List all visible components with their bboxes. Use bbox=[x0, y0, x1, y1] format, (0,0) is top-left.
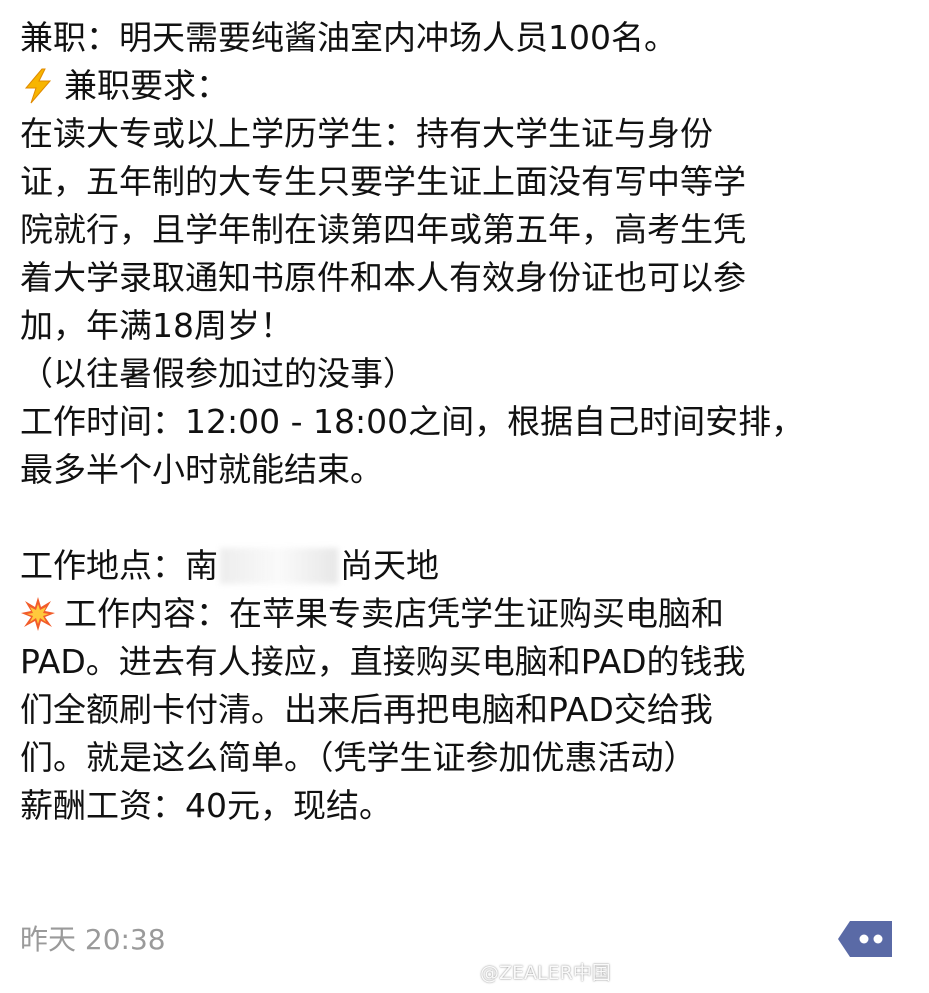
more-options-button[interactable] bbox=[836, 917, 896, 961]
message-line: 证，五年制的大专生只要学生证上面没有写中等学 bbox=[20, 158, 900, 206]
message-line-text: （以往暑假参加过的没事） bbox=[20, 354, 416, 393]
message-line-text: 们全额刷卡付清。出来后再把电脑和PAD交给我 bbox=[20, 690, 713, 729]
location-text-start: 工作地点：南 bbox=[20, 546, 218, 585]
message-line: PAD。进去有人接应，直接购买电脑和PAD的钱我 bbox=[20, 638, 900, 686]
message-line: 们。就是这么简单。（凭学生证参加优惠活动） bbox=[20, 734, 900, 782]
location-text-end: 尚天地 bbox=[340, 546, 439, 585]
lightning-icon bbox=[24, 68, 52, 104]
message-line: 在读大专或以上学历学生：持有大学生证与身份 bbox=[20, 110, 900, 158]
message-line: 工作时间：12:00 - 18:00之间，根据自己时间安排， bbox=[20, 398, 900, 446]
message-line: 们全额刷卡付清。出来后再把电脑和PAD交给我 bbox=[20, 686, 900, 734]
message-line: 工作内容：在苹果专卖店凭学生证购买电脑和 bbox=[20, 590, 900, 638]
message-line: 院就行，且学年制在读第四年或第五年，高考生凭 bbox=[20, 206, 900, 254]
message-line: 薪酬工资：40元，现结。 bbox=[20, 782, 900, 830]
message-line-text: 兼职要求： bbox=[64, 66, 229, 105]
message-line: 加，年满18周岁！ bbox=[20, 302, 900, 350]
watermark-text: @ZEALER中国 bbox=[480, 962, 611, 984]
message-line-location: 工作地点：南 尚天地 bbox=[20, 542, 900, 590]
message-line-text: 工作内容：在苹果专卖店凭学生证购买电脑和 bbox=[64, 594, 724, 633]
message-line: （以往暑假参加过的没事） bbox=[20, 350, 900, 398]
message-line-text: 们。就是这么简单。（凭学生证参加优惠活动） bbox=[20, 738, 697, 777]
message-line-text: 薪酬工资：40元，现结。 bbox=[20, 786, 392, 825]
message-line-text: 在读大专或以上学历学生：持有大学生证与身份 bbox=[20, 114, 713, 153]
message-line-text: 工作时间：12:00 - 18:00之间，根据自己时间安排， bbox=[20, 402, 805, 441]
message-body: 兼职：明天需要纯酱油室内冲场人员100名。 兼职要求： 在读大专或以上学历学生：… bbox=[20, 14, 900, 830]
message-line-text: 兼职：明天需要纯酱油室内冲场人员100名。 bbox=[20, 18, 677, 57]
message-line-text: 证，五年制的大专生只要学生证上面没有写中等学 bbox=[20, 162, 746, 201]
message-line-text: 最多半个小时就能结束。 bbox=[20, 450, 383, 489]
weibo-icon bbox=[450, 962, 475, 982]
message-line-text: 着大学录取通知书原件和本人有效身份证也可以参 bbox=[20, 258, 746, 297]
message-timestamp: 昨天 20:38 bbox=[20, 923, 166, 956]
message-line: 着大学录取通知书原件和本人有效身份证也可以参 bbox=[20, 254, 900, 302]
collision-icon bbox=[21, 597, 55, 631]
message-line: 最多半个小时就能结束。 bbox=[20, 446, 900, 494]
redacted-blur bbox=[220, 548, 338, 584]
message-line: 兼职要求： bbox=[20, 62, 900, 110]
message-line-text: 加，年满18周岁！ bbox=[20, 306, 293, 345]
message-line-text: PAD。进去有人接应，直接购买电脑和PAD的钱我 bbox=[20, 642, 746, 681]
message-line-text: 院就行，且学年制在读第四年或第五年，高考生凭 bbox=[20, 210, 746, 249]
watermark: @ZEALER中国 bbox=[450, 958, 611, 985]
message-line: 兼职：明天需要纯酱油室内冲场人员100名。 bbox=[20, 14, 900, 62]
